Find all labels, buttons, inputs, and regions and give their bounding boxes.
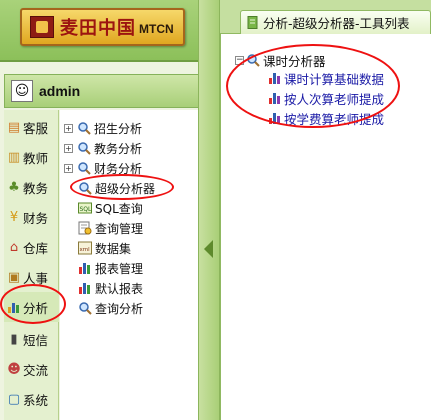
bar-chart-icon [269, 112, 281, 124]
app-header: 麦田中国 MTCN [0, 0, 210, 62]
magnifier-icon [77, 161, 91, 175]
tree-item-label: 超级分析器 [95, 181, 156, 196]
magnifier-icon [78, 181, 92, 195]
magnifier-icon [246, 53, 260, 67]
tree-item-label: 查询管理 [95, 221, 144, 236]
xml-icon: xml [78, 241, 92, 255]
logo-emblem-icon [30, 16, 54, 38]
tree-item-report-management[interactable]: 报表管理 [78, 258, 143, 278]
category-label: 系统 [23, 392, 49, 408]
money-icon: ¥ [9, 209, 19, 225]
category-item-analysis[interactable]: 分析 [4, 292, 59, 322]
user-avatar-icon[interactable]: ☺ [11, 80, 33, 102]
tool-list-panel: − 课时分析器 课时计算基础数据 按人次算老师提成 按学费算老师提成 [220, 34, 431, 420]
tree-item-label: 报表管理 [95, 261, 144, 276]
expand-toggle[interactable]: + [64, 123, 73, 133]
category-sidebar: ▤ 客服 ▥ 教师 ♣ 教务 ¥ 财务 ⌂ 仓库 ▣ 人事 分析 ▮ 短信 ☻ … [4, 110, 59, 420]
category-item-finance[interactable]: ¥ 财务 [4, 202, 59, 232]
tab-document-icon [247, 16, 258, 29]
tree-item-query-analysis[interactable]: 查询分析 [78, 298, 143, 318]
house-icon: ⌂ [9, 239, 19, 255]
category-item-sms[interactable]: ▮ 短信 [4, 324, 59, 354]
expand-toggle[interactable]: + [64, 143, 73, 153]
tab-title: 分析-超级分析器-工具列表 [263, 16, 410, 31]
chart-icon [6, 299, 22, 315]
category-label: 教师 [23, 150, 49, 166]
category-label: 交流 [23, 362, 49, 378]
tree-item-label: SQL查询 [95, 201, 143, 216]
query-icon [78, 221, 92, 235]
collapse-arrow-icon[interactable] [204, 240, 213, 258]
category-item-academic[interactable]: ♣ 教务 [4, 172, 59, 202]
svg-text:xml: xml [80, 247, 91, 253]
module-tree: + 招生分析 + 教务分析 + 财务分析 超级分析器 SQL SQL查询 查询管… [60, 110, 198, 420]
collapse-toggle[interactable]: − [235, 55, 244, 65]
app-logo: 麦田中国 MTCN [20, 8, 185, 46]
magnifier-icon [78, 301, 92, 315]
tool-tree-root[interactable]: − 课时分析器 [235, 51, 326, 69]
user-bar: ☺ admin [4, 74, 208, 108]
tree-item-finance-analysis[interactable]: + 财务分析 [64, 158, 142, 178]
magnifier-icon [77, 141, 91, 155]
tree-item-dataset[interactable]: xml 数据集 [78, 238, 131, 258]
bar-chart-icon [269, 72, 281, 84]
tree-item-query-management[interactable]: 查询管理 [78, 218, 143, 238]
user-name: admin [39, 83, 81, 99]
tab-tool-list[interactable]: 分析-超级分析器-工具列表 [240, 10, 431, 34]
tree-item-label: 数据集 [95, 241, 132, 256]
expand-toggle[interactable]: + [64, 163, 73, 173]
tool-item-class-hour-base-data[interactable]: 课时计算基础数据 [269, 69, 384, 87]
logo-chinese-text: 麦田中国 [60, 18, 136, 39]
tree-item-enrollment-analysis[interactable]: + 招生分析 [64, 118, 142, 138]
tool-item-label: 课时计算基础数据 [284, 71, 385, 87]
tool-item-commission-by-headcount[interactable]: 按人次算老师提成 [269, 89, 384, 107]
category-label: 财务 [23, 210, 49, 226]
category-item-teacher[interactable]: ▥ 教师 [4, 142, 59, 172]
category-label: 客服 [23, 120, 49, 136]
tree-item-label: 查询分析 [95, 301, 144, 316]
magnifier-icon [77, 121, 91, 135]
category-item-customer-service[interactable]: ▤ 客服 [4, 112, 59, 142]
tree-item-default-report[interactable]: 默认报表 [78, 278, 143, 298]
tree-item-label: 招生分析 [94, 121, 143, 136]
logo-english-text: MTCN [139, 22, 174, 36]
tool-item-commission-by-tuition[interactable]: 按学费算老师提成 [269, 109, 384, 127]
tree-item-sql-query[interactable]: SQL SQL查询 [78, 198, 143, 218]
plant-icon: ♣ [8, 179, 20, 195]
computer-icon: ▢ [7, 391, 21, 407]
book-icon: ▥ [7, 149, 21, 165]
tree-item-label: 教务分析 [94, 141, 143, 156]
category-label: 分析 [23, 300, 49, 316]
category-item-system[interactable]: ▢ 系统 [4, 384, 59, 414]
category-label: 仓库 [23, 240, 49, 256]
tool-item-label: 按人次算老师提成 [284, 91, 385, 107]
report-icon [78, 261, 92, 275]
bar-chart-icon [269, 92, 281, 104]
tool-item-label: 按学费算老师提成 [284, 111, 385, 127]
panel-splitter[interactable] [198, 0, 220, 420]
tree-item-label: 财务分析 [94, 161, 143, 176]
svg-text:SQL: SQL [80, 206, 93, 213]
category-label: 教务 [23, 180, 49, 196]
sql-icon: SQL [78, 201, 92, 215]
category-item-communication[interactable]: ☻ 交流 [4, 354, 59, 384]
phone-icon: ▮ [10, 331, 18, 347]
people-icon: ☻ [7, 361, 21, 377]
tool-tree-root-label: 课时分析器 [263, 53, 326, 69]
category-label: 人事 [23, 270, 49, 286]
category-item-warehouse[interactable]: ⌂ 仓库 [4, 232, 59, 262]
notebook-icon: ▤ [7, 119, 21, 135]
category-item-hr[interactable]: ▣ 人事 [4, 262, 59, 292]
tree-item-academic-analysis[interactable]: + 教务分析 [64, 138, 142, 158]
report-icon [78, 281, 92, 295]
tree-item-super-analyzer[interactable]: 超级分析器 [78, 178, 155, 198]
id-card-icon: ▣ [7, 269, 21, 285]
category-label: 短信 [23, 332, 49, 348]
tree-item-label: 默认报表 [95, 281, 144, 296]
